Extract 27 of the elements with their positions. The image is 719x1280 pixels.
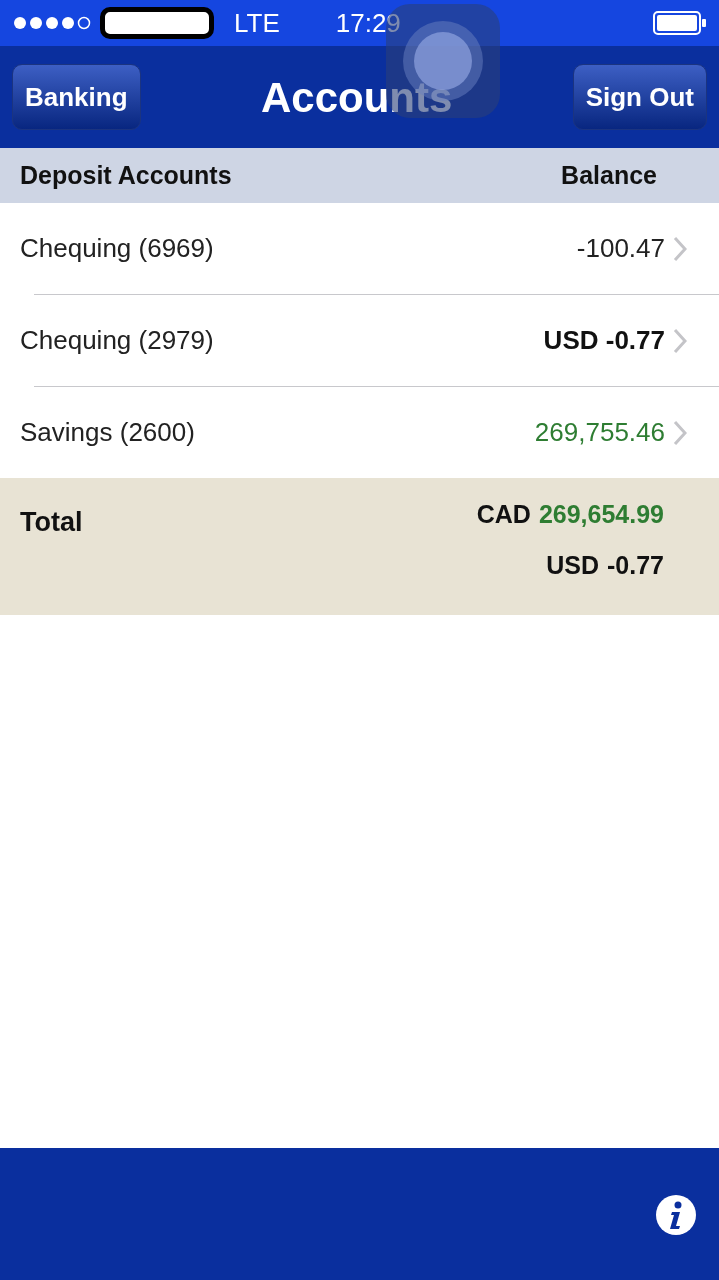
chevron-icon <box>673 235 687 262</box>
account-name: Chequing (2979) <box>20 324 214 357</box>
network-label: LTE <box>234 6 280 40</box>
column-header: Deposit Accounts <box>20 159 232 191</box>
chevron-icon <box>673 419 687 446</box>
account-row[interactable]: Savings (2600) 269,755.46 <box>0 387 719 478</box>
account-balance: 269,755.46 <box>534 416 665 449</box>
total-amount: 269,654.99 <box>538 502 664 527</box>
account-name: Chequing (6969) <box>20 232 214 265</box>
column-header: Balance <box>561 159 657 191</box>
banking-button[interactable]: Banking <box>12 64 141 130</box>
battery-icon <box>653 11 707 35</box>
signal-icon <box>12 15 92 31</box>
account-balance: -100.47 <box>576 232 665 265</box>
clock: 17:29 <box>335 6 401 40</box>
sign-out-button[interactable]: Sign Out <box>572 64 707 130</box>
total-amount: -0.77 <box>607 553 664 578</box>
account-row[interactable]: Chequing (6969) -100.47 <box>0 203 719 294</box>
account-row[interactable]: Chequing (2979) USD -0.77 <box>0 295 719 386</box>
currency-code: USD <box>546 553 599 578</box>
total-label: Total <box>20 506 83 539</box>
account-name: Savings (2600) <box>20 416 195 449</box>
account-balance: USD -0.77 <box>543 324 665 357</box>
page-title: Accounts <box>260 72 453 123</box>
info-icon[interactable] <box>655 1194 697 1236</box>
chevron-icon <box>673 327 687 354</box>
currency-code: CAD <box>476 502 531 527</box>
